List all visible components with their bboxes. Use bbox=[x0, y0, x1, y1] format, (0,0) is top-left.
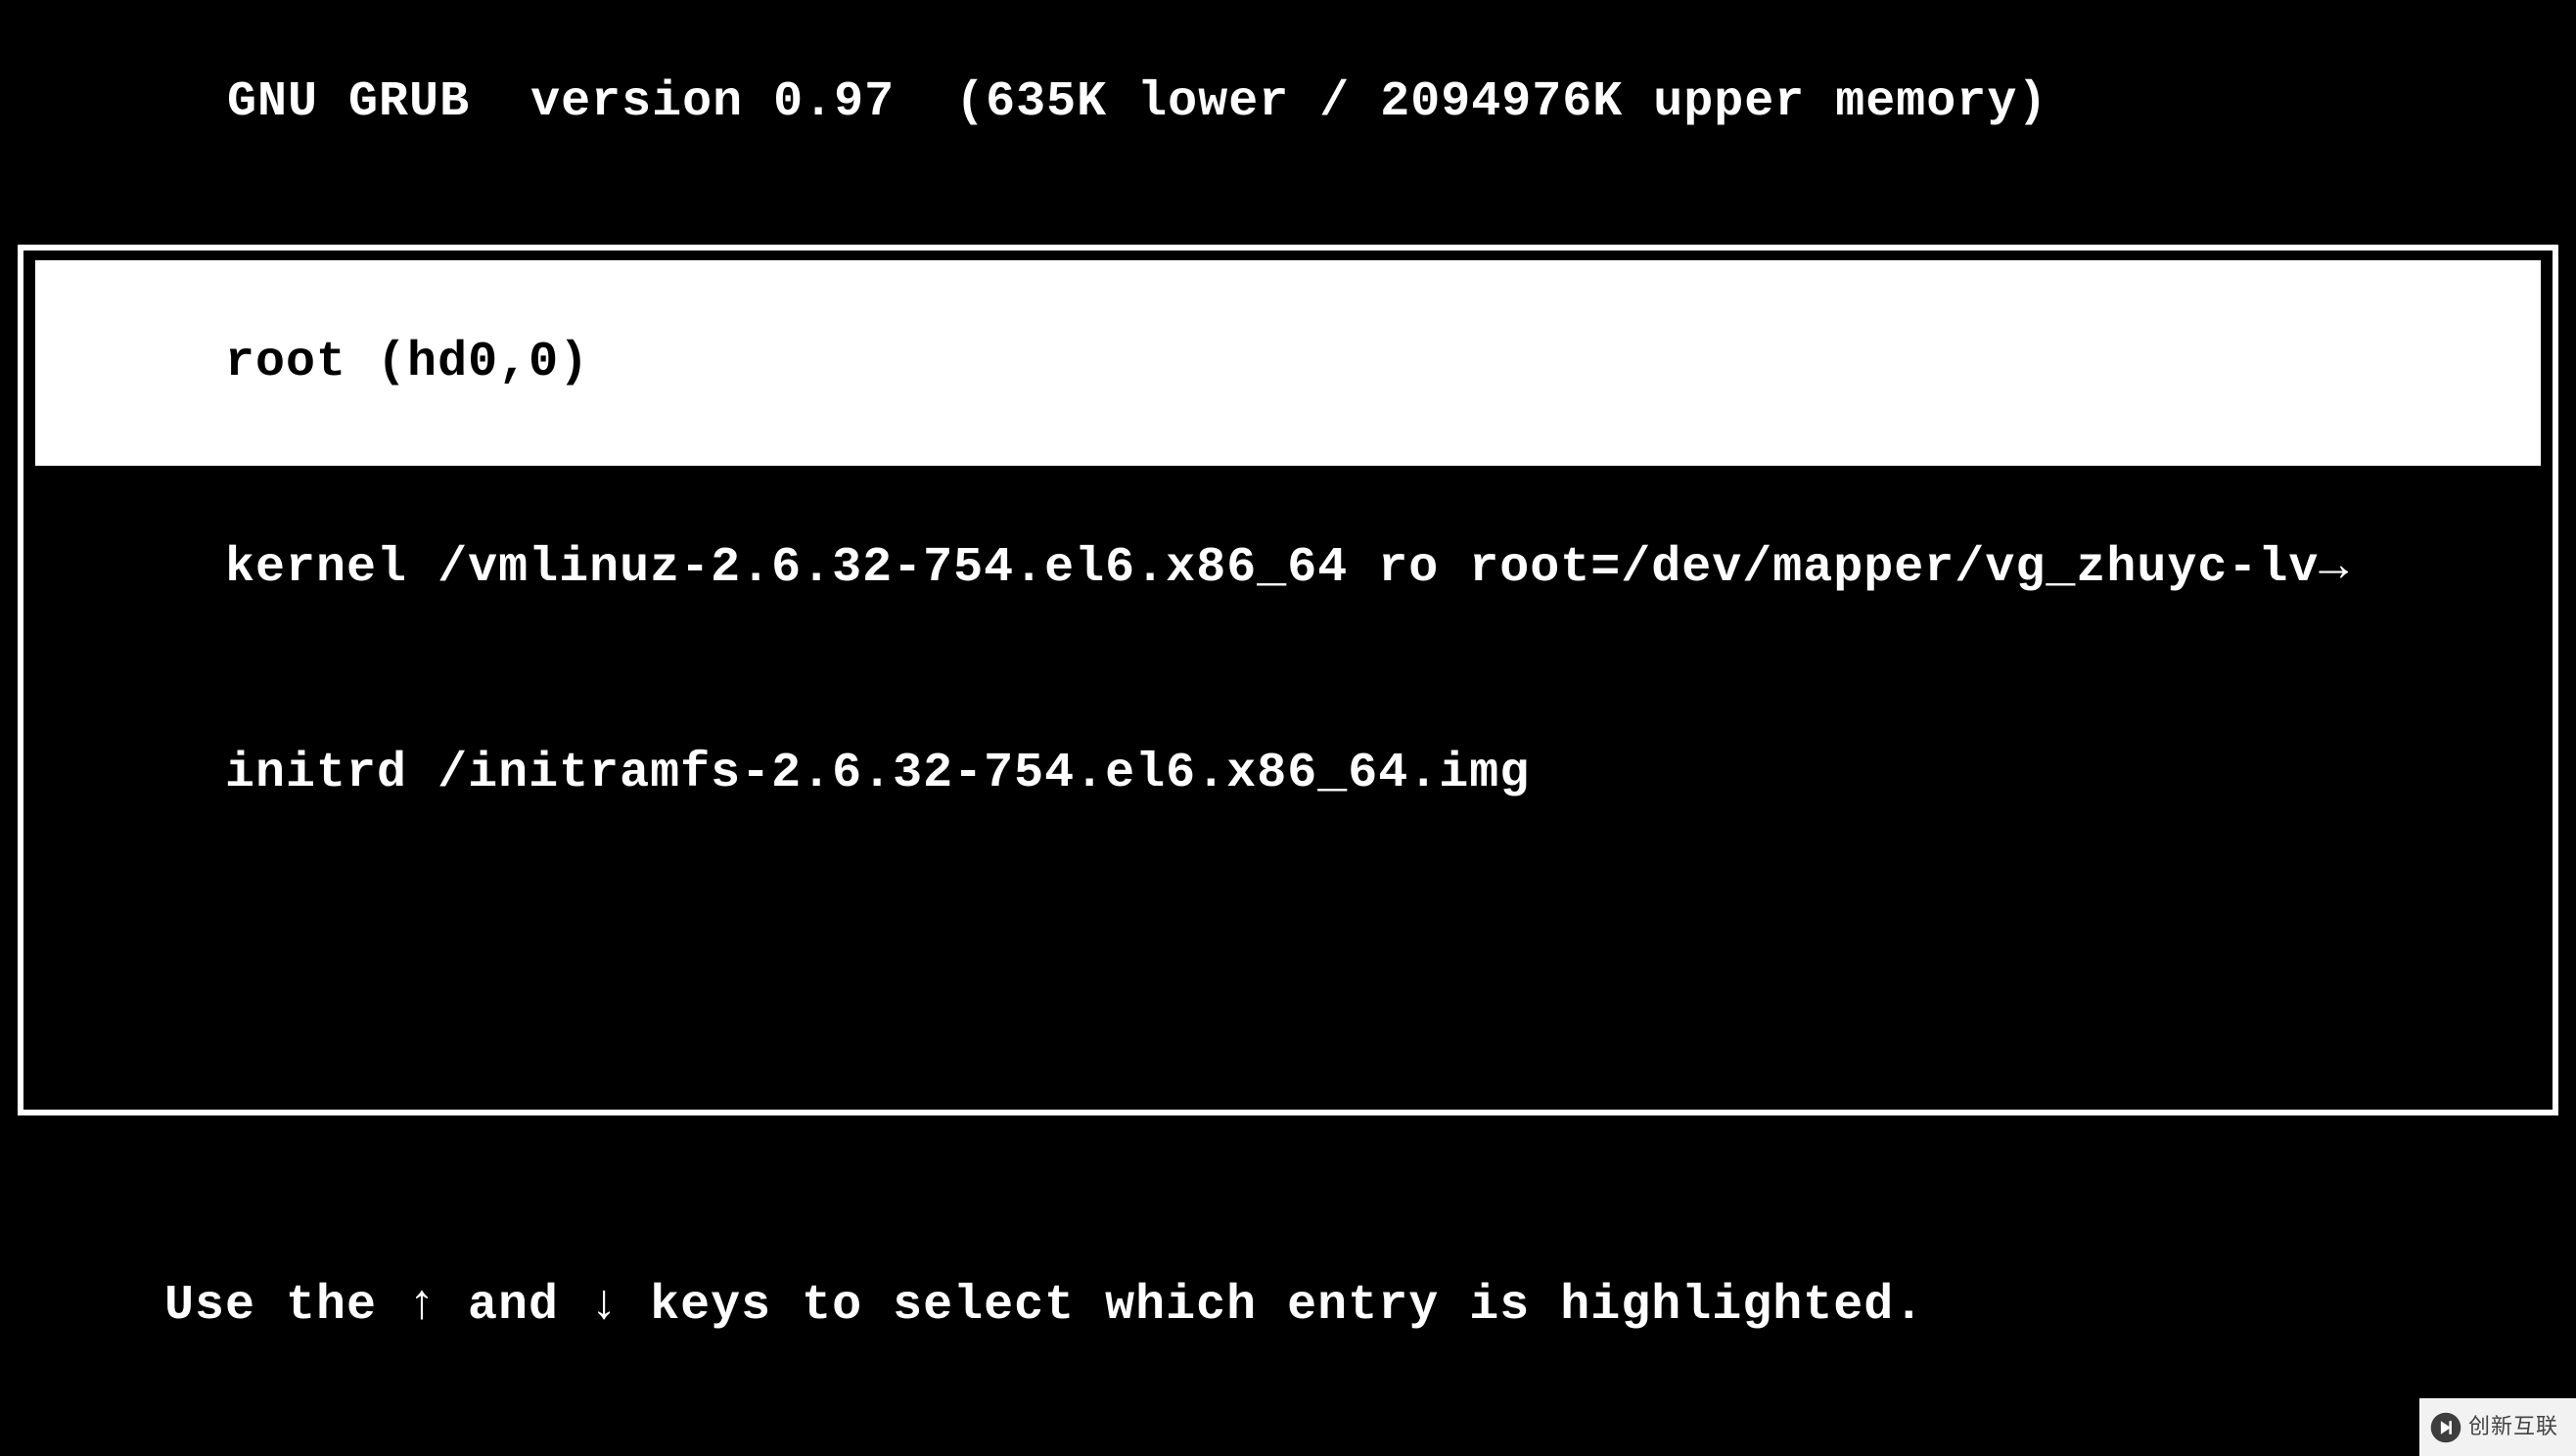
watermark-label: 创新互联 bbox=[2468, 1412, 2558, 1442]
watermark-logo-icon bbox=[2429, 1411, 2462, 1444]
menu-item-initrd[interactable]: initrd /initramfs-2.6.32-754.el6.x86_64.… bbox=[23, 671, 2553, 877]
menu-item-kernel[interactable]: kernel /vmlinuz-2.6.32-754.el6.x86_64 ro… bbox=[23, 466, 2553, 671]
help-line: Use the ↑ and ↓ keys to select which ent… bbox=[164, 1272, 2412, 1341]
grub-header: GNU GRUB version 0.97 (635K lower / 2094… bbox=[18, 0, 2558, 245]
grub-title: GNU GRUB version 0.97 (635K lower / 2094… bbox=[227, 74, 2047, 130]
grub-help: Use the ↑ and ↓ keys to select which ent… bbox=[18, 1135, 2558, 1456]
menu-item-root[interactable]: root (hd0,0) bbox=[35, 260, 2541, 466]
menu-item-text: initrd /initramfs-2.6.32-754.el6.x86_64.… bbox=[225, 746, 1530, 801]
menu-item-text: root (hd0,0) bbox=[225, 335, 589, 390]
menu-item-text: kernel /vmlinuz-2.6.32-754.el6.x86_64 ro… bbox=[225, 540, 2349, 596]
watermark-badge: 创新互联 bbox=[2419, 1398, 2576, 1456]
grub-menu[interactable]: root (hd0,0) kernel /vmlinuz-2.6.32-754.… bbox=[18, 245, 2558, 1115]
grub-screen: GNU GRUB version 0.97 (635K lower / 2094… bbox=[0, 0, 2576, 1456]
